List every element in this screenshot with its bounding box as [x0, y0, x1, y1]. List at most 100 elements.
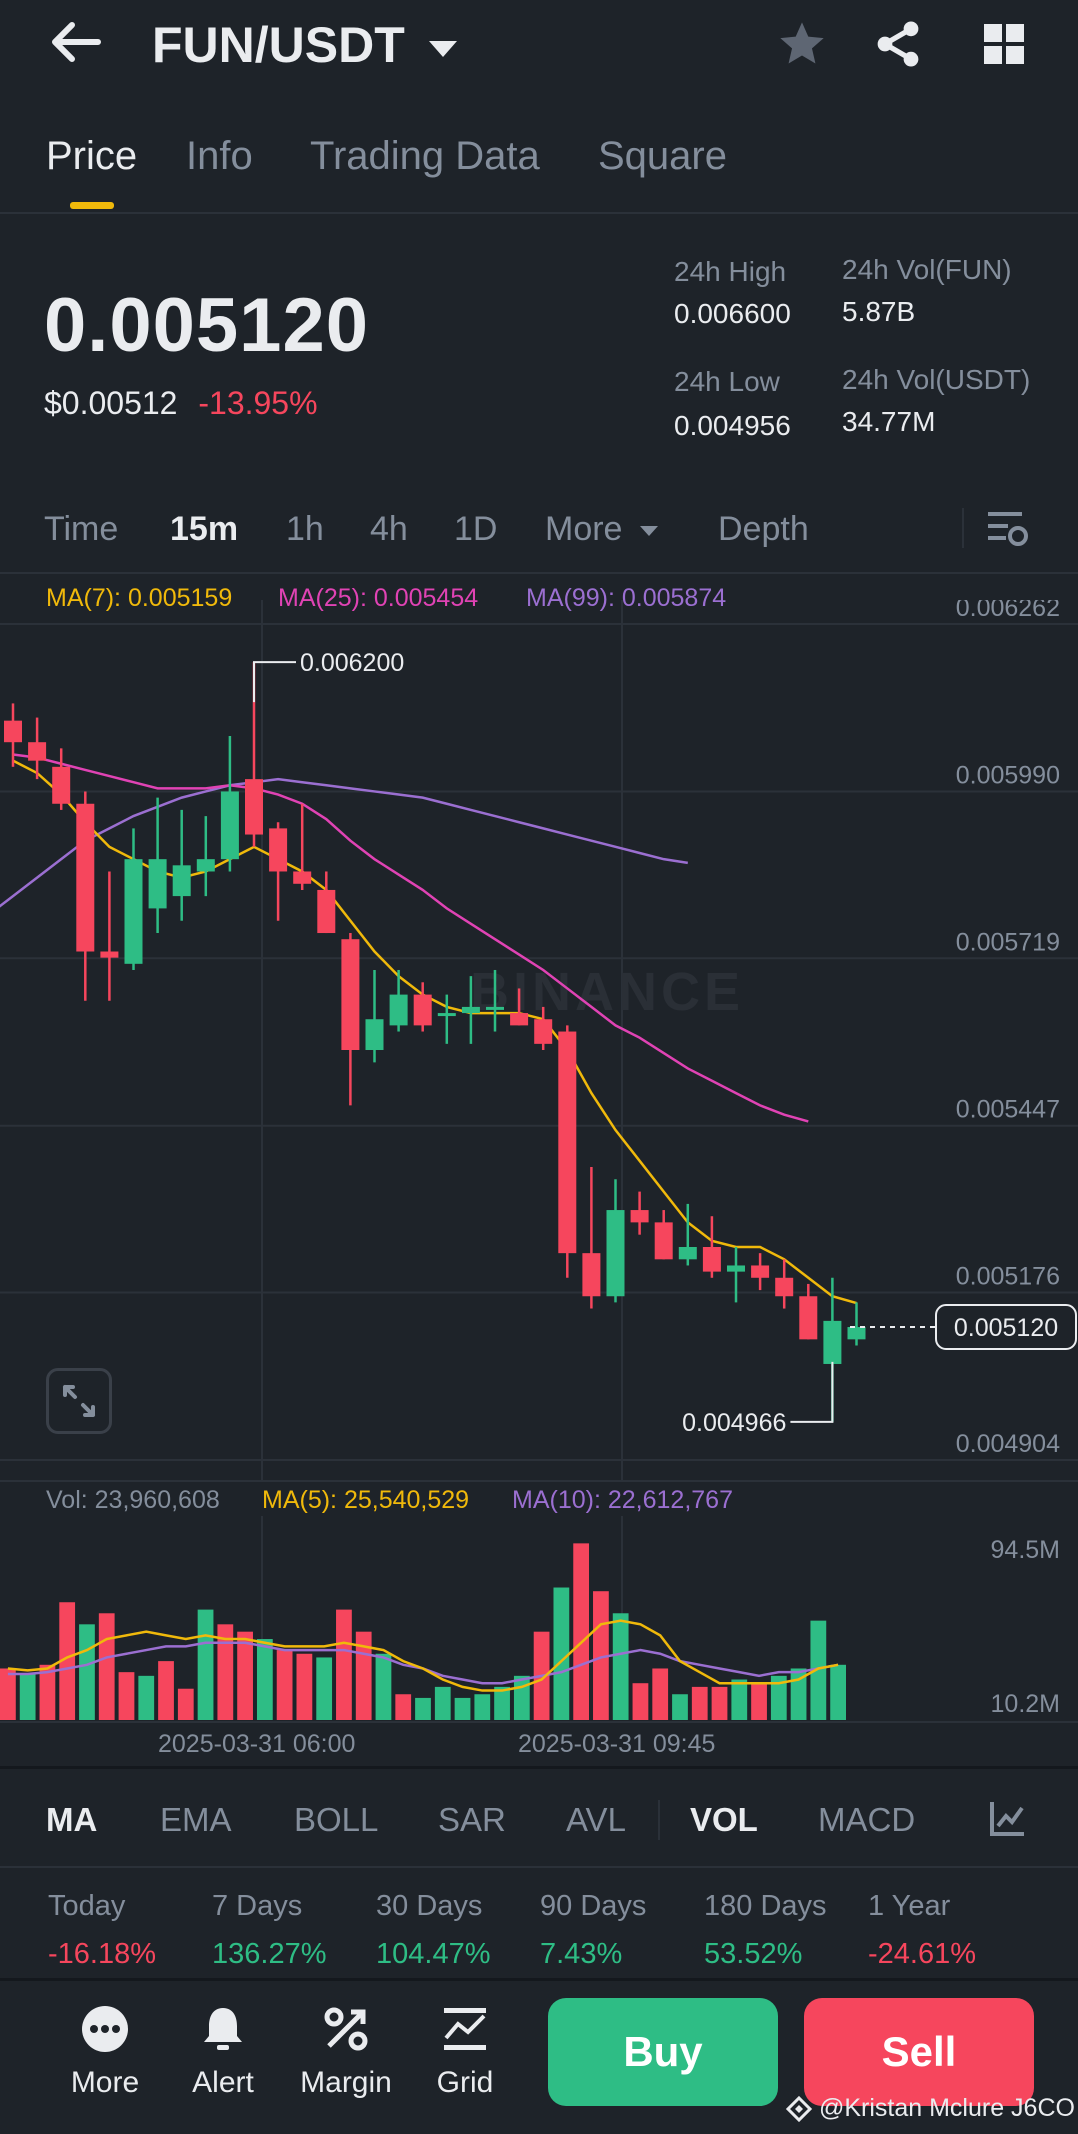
tf-15m[interactable]: 15m: [170, 510, 238, 549]
ind-sar[interactable]: SAR: [438, 1801, 506, 1839]
volume-bar: [573, 1543, 590, 1720]
candle-body: [534, 1019, 553, 1044]
y-tick-label: 0.005719: [956, 928, 1060, 956]
tf-depth[interactable]: Depth: [718, 510, 809, 549]
price-chart[interactable]: BINANCE 0.0062000.0049660.005120 0.00626…: [0, 600, 1078, 1480]
high-value: 0.006600: [674, 298, 791, 329]
volume-bar: [79, 1624, 95, 1720]
layout-button[interactable]: [980, 20, 1028, 73]
ind-divider: [658, 1800, 660, 1840]
caret-down-icon: [639, 526, 658, 537]
ind-boll[interactable]: BOLL: [294, 1801, 378, 1839]
nav-alert[interactable]: Alert: [176, 2004, 270, 2100]
favorite-button[interactable]: [776, 18, 828, 75]
indicator-settings-button[interactable]: [988, 1798, 1028, 1843]
volume-bar: [454, 1697, 471, 1720]
tab-price[interactable]: Price: [46, 134, 137, 179]
volume-bar: [395, 1694, 412, 1720]
tf-more-label: More: [545, 510, 623, 548]
nav-more[interactable]: More: [58, 2004, 152, 2100]
percent-icon: [324, 2007, 368, 2051]
last-price: 0.005120: [44, 283, 369, 368]
vol-legend: Vol: 23,960,608: [46, 1486, 220, 1514]
high-marker-label: 0.006200: [300, 649, 404, 677]
chart-settings-icon: [988, 512, 1028, 546]
candle-body: [4, 720, 22, 743]
volume-bar: [494, 1686, 510, 1720]
tf-1d[interactable]: 1D: [454, 510, 497, 549]
line-chart-icon: [990, 1802, 1024, 1836]
share-button[interactable]: [872, 18, 924, 75]
perf-value: -16.18%: [48, 1938, 157, 1970]
volume-bar: [830, 1664, 846, 1720]
perf-label: 7 Days: [212, 1890, 303, 1922]
ind-ma[interactable]: MA: [46, 1801, 97, 1839]
candle-body: [847, 1327, 866, 1340]
ma99-line: [0, 777, 688, 908]
candle-body: [317, 889, 336, 934]
candle-body: [510, 1013, 529, 1026]
candle-body: [269, 828, 288, 872]
volume-chart[interactable]: 94.5M 10.2M: [0, 1516, 1078, 1746]
buy-button[interactable]: Buy: [548, 1998, 778, 2106]
tabs-divider: [0, 212, 1078, 214]
ind-ema[interactable]: EMA: [160, 1801, 232, 1839]
tf-1h[interactable]: 1h: [286, 510, 324, 549]
low-marker-line: [790, 1361, 834, 1423]
y-tick-label: 0.005990: [956, 761, 1060, 789]
usd-price-value: $0.00512: [44, 385, 178, 421]
candle-body: [389, 994, 408, 1026]
perf-value: 7.43%: [540, 1938, 623, 1970]
ind-vol[interactable]: VOL: [690, 1801, 758, 1839]
tf-4h[interactable]: 4h: [370, 510, 408, 549]
volume-bar: [711, 1686, 728, 1720]
sell-button[interactable]: Sell: [804, 1998, 1034, 2106]
vol-fun-label: 24h Vol(FUN): [842, 254, 1012, 285]
tf-time[interactable]: Time: [44, 510, 118, 549]
tab-square[interactable]: Square: [598, 134, 727, 179]
ind-avl[interactable]: AVL: [566, 1801, 626, 1839]
back-button[interactable]: [48, 20, 108, 70]
nav-margin[interactable]: Margin: [296, 2004, 396, 2100]
volume-bar: [98, 1613, 115, 1720]
fullscreen-button[interactable]: [46, 1368, 112, 1434]
low-label: 24h Low: [674, 366, 780, 397]
volume-bar: [474, 1694, 491, 1720]
candle-body: [751, 1265, 770, 1278]
volume-bar: [19, 1674, 36, 1720]
y-tick-label: 0.005176: [956, 1263, 1060, 1291]
volume-bar: [513, 1675, 530, 1720]
tf-more[interactable]: More: [545, 510, 660, 549]
candle-body: [220, 791, 239, 860]
volume-bar: [751, 1683, 767, 1720]
nav-more-label: More: [70, 2066, 140, 2099]
candle-body: [775, 1277, 794, 1297]
nav-grid[interactable]: Grid: [418, 2004, 512, 2100]
candle-body: [52, 766, 71, 804]
chart-settings-button[interactable]: [986, 508, 1030, 553]
candle-body: [486, 1006, 504, 1010]
binance-diamond-icon: [785, 2096, 813, 2123]
price-change: -13.95%: [198, 385, 318, 421]
vol-ma10-legend: MA(10): 22,612,767: [512, 1486, 733, 1514]
candle-body: [76, 803, 95, 952]
volume-bar: [276, 1650, 293, 1720]
low-value: 0.004956: [674, 410, 791, 441]
pair-title[interactable]: FUN/USDT: [152, 16, 459, 74]
bell-icon: [204, 2008, 242, 2050]
x-label-1: 2025-03-31 09:45: [518, 1730, 716, 1758]
vol-usdt-value: 34.77M: [842, 406, 936, 437]
y-tick-label: 0.005447: [956, 1096, 1060, 1124]
candle-body: [28, 742, 47, 761]
volume-bar: [632, 1683, 649, 1720]
tab-trading-data[interactable]: Trading Data: [310, 134, 540, 179]
tf-divider: [962, 508, 964, 548]
candle-body: [630, 1210, 649, 1223]
candle-body: [702, 1246, 721, 1272]
perf-label: 180 Days: [704, 1890, 827, 1922]
y-tick-label: 0.004904: [956, 1430, 1060, 1458]
ind-macd[interactable]: MACD: [818, 1801, 915, 1839]
tab-info[interactable]: Info: [186, 134, 253, 179]
perf-label: Today: [48, 1890, 126, 1922]
volume-bar: [415, 1697, 431, 1720]
